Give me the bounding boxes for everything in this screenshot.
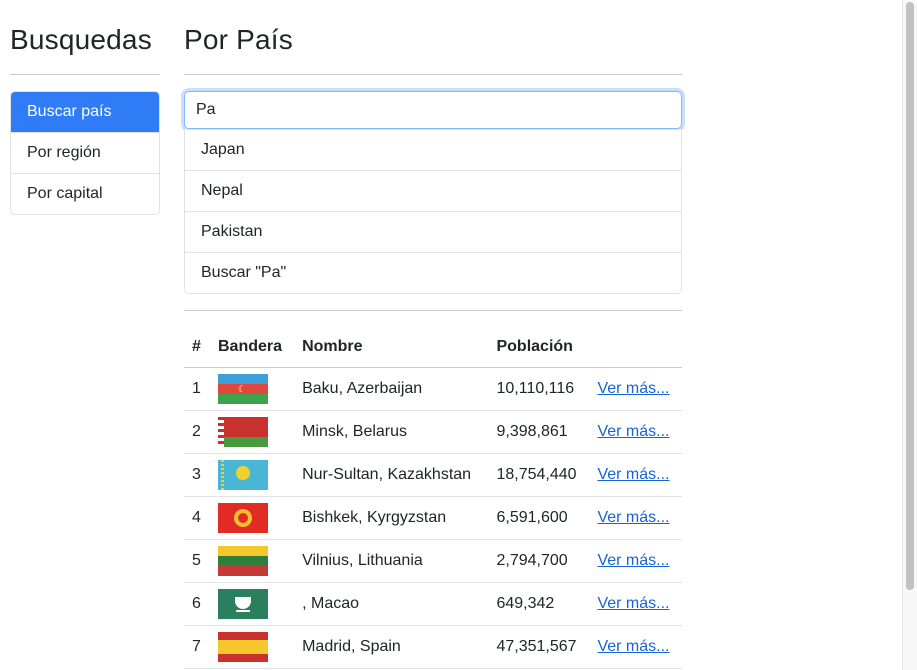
flag-cell: [210, 453, 295, 497]
table-row: 1 ☾ Baku, Azerbaijan 10,110,116 Ver más.…: [184, 367, 682, 411]
table-row: 7 Madrid, Spain 47,351,567 Ver más...: [184, 625, 682, 669]
flag-cell: [210, 582, 295, 626]
title-divider: [184, 74, 682, 75]
country-name: Madrid, Spain: [294, 625, 489, 669]
country-population: 10,110,116: [488, 367, 590, 411]
country-population: 9,398,861: [488, 410, 590, 454]
header-actions: [589, 327, 682, 368]
flag-cell: [210, 496, 295, 540]
ver-mas-link[interactable]: Ver más...: [597, 638, 669, 655]
country-population: 18,754,440: [488, 453, 590, 497]
ver-mas-cell: Ver más...: [589, 539, 682, 583]
country-population: 6,591,600: [488, 496, 590, 540]
country-name: Baku, Azerbaijan: [294, 367, 489, 411]
ver-mas-link[interactable]: Ver más...: [597, 552, 669, 569]
header-poblacion: Población: [488, 327, 590, 368]
flag-cell: [210, 410, 295, 454]
azerbaijan-flag-icon: ☾: [218, 374, 268, 404]
page-scrollbar[interactable]: [902, 0, 917, 670]
country-name: Vilnius, Lithuania: [294, 539, 489, 583]
country-population: 47,351,567: [488, 625, 590, 669]
header-num: #: [184, 327, 210, 368]
country-name: , Macao: [294, 582, 489, 626]
row-number: 4: [184, 496, 210, 540]
sidebar-divider: [10, 74, 160, 75]
row-number: 1: [184, 367, 210, 411]
ver-mas-link[interactable]: Ver más...: [597, 595, 669, 612]
page-title: Por País: [184, 24, 293, 55]
ver-mas-cell: Ver más...: [589, 453, 682, 497]
country-name: Nur-Sultan, Kazakhstan: [294, 453, 489, 497]
suggestion-item-pakistan[interactable]: Pakistan: [185, 211, 681, 252]
macao-flag-icon: [218, 589, 268, 619]
table-row: 4 Bishkek, Kyrgyzstan 6,591,600 Ver más.…: [184, 496, 682, 540]
suggestion-item-search-term[interactable]: Buscar "Pa": [185, 252, 681, 293]
ver-mas-link[interactable]: Ver más...: [597, 380, 669, 397]
country-name: Minsk, Belarus: [294, 410, 489, 454]
country-population: 2,794,700: [488, 539, 590, 583]
sidebar-item-buscar-pais[interactable]: Buscar país: [11, 92, 159, 132]
flag-cell: ☾: [210, 367, 295, 411]
suggestion-item-japan[interactable]: Japan: [185, 130, 681, 170]
country-population: 649,342: [488, 582, 590, 626]
header-bandera: Bandera: [210, 327, 295, 368]
sidebar-title: Busquedas: [10, 24, 152, 55]
row-number: 3: [184, 453, 210, 497]
spain-flag-icon: [218, 632, 268, 662]
country-name: Bishkek, Kyrgyzstan: [294, 496, 489, 540]
countries-table: # Bandera Nombre Población 1 ☾ Baku, Aze…: [184, 327, 682, 669]
flag-cell: [210, 539, 295, 583]
table-row: 6 , Macao 649,342 Ver más...: [184, 582, 682, 626]
row-number: 2: [184, 410, 210, 454]
belarus-flag-icon: [218, 417, 268, 447]
sidebar-menu: Buscar país Por región Por capital: [10, 91, 160, 215]
table-row: 2 Minsk, Belarus 9,398,861 Ver más...: [184, 410, 682, 454]
search-input[interactable]: [184, 91, 682, 129]
flag-cell: [210, 625, 295, 669]
sidebar-item-por-capital[interactable]: Por capital: [11, 173, 159, 214]
lithuania-flag-icon: [218, 546, 268, 576]
row-number: 5: [184, 539, 210, 583]
ver-mas-cell: Ver más...: [589, 410, 682, 454]
ver-mas-link[interactable]: Ver más...: [597, 466, 669, 483]
header-nombre: Nombre: [294, 327, 489, 368]
table-row: 5 Vilnius, Lithuania 2,794,700 Ver más..…: [184, 539, 682, 583]
row-number: 6: [184, 582, 210, 626]
row-number: 7: [184, 625, 210, 669]
results-divider: [184, 310, 682, 311]
scrollbar-thumb[interactable]: [906, 2, 914, 590]
table-row: 3 Nur-Sultan, Kazakhstan 18,754,440 Ver …: [184, 453, 682, 497]
ver-mas-link[interactable]: Ver más...: [597, 509, 669, 526]
sidebar-item-por-region[interactable]: Por región: [11, 132, 159, 173]
ver-mas-cell: Ver más...: [589, 496, 682, 540]
ver-mas-cell: Ver más...: [589, 582, 682, 626]
ver-mas-cell: Ver más...: [589, 625, 682, 669]
kyrgyzstan-flag-icon: [218, 503, 268, 533]
ver-mas-link[interactable]: Ver más...: [597, 423, 669, 440]
kazakhstan-flag-icon: [218, 460, 268, 490]
ver-mas-cell: Ver más...: [589, 367, 682, 411]
table-header-row: # Bandera Nombre Población: [184, 327, 682, 368]
suggestions-dropdown: Japan Nepal Pakistan Buscar "Pa": [184, 129, 682, 294]
suggestion-item-nepal[interactable]: Nepal: [185, 170, 681, 211]
